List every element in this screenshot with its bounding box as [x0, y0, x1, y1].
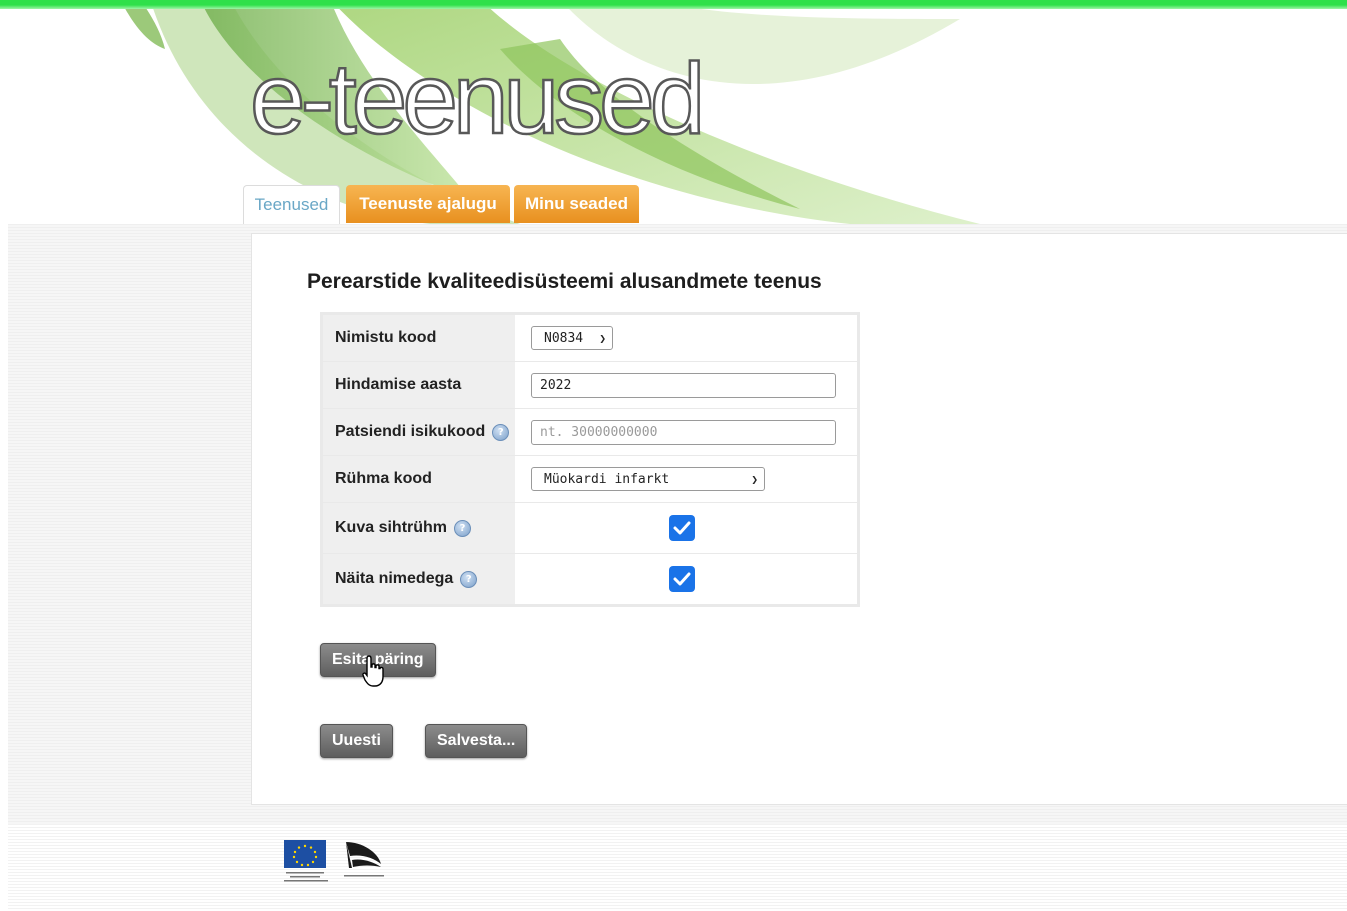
aasta-label: Hindamise aasta — [323, 362, 515, 408]
checkmark-icon — [673, 572, 691, 586]
sihtryhm-label: Kuva sihtrühm ? — [323, 503, 515, 553]
site-header: e-teenused — [0, 9, 1347, 224]
save-button[interactable]: Salvesta... — [425, 724, 528, 758]
nimistu-select[interactable]: N0834 ❯ — [531, 326, 613, 350]
chevron-down-icon: ❯ — [599, 331, 606, 345]
nimedega-label: Näita nimedega ? — [323, 554, 515, 604]
footer-logos — [284, 840, 384, 882]
form-row-ryhm: Rühma kood Müokardi infarkt ❯ — [323, 456, 857, 503]
checkmark-icon — [673, 521, 691, 535]
hand-cursor-icon — [362, 655, 384, 687]
isikukood-label: Patsiendi isikukood ? — [323, 409, 515, 455]
aasta-input[interactable] — [531, 372, 836, 398]
brand-logo-text: e-teenused — [249, 43, 707, 155]
isikukood-input[interactable] — [531, 419, 836, 445]
chevron-down-icon: ❯ — [751, 472, 758, 486]
help-icon[interactable]: ? — [460, 570, 478, 588]
form-row-nimistu: Nimistu kood N0834 ❯ — [323, 315, 857, 362]
ryhm-label: Rühma kood — [323, 456, 515, 502]
content-panel: Perearstide kvaliteedisüsteemi alusandme… — [251, 233, 1347, 805]
sihtryhm-checkbox[interactable] — [669, 515, 695, 541]
ryhm-select[interactable]: Müokardi infarkt ❯ — [531, 467, 765, 491]
estonian-fund-logo — [344, 842, 384, 877]
tab-teenused[interactable]: Teenused — [243, 185, 340, 226]
nimistu-select-value: N0834 — [544, 330, 584, 346]
nimedega-checkbox[interactable] — [669, 566, 695, 592]
form-row-aasta: Hindamise aasta — [323, 362, 857, 409]
tab-teenuste-ajalugu[interactable]: Teenuste ajalugu — [346, 185, 510, 223]
page-title: Perearstide kvaliteedisüsteemi alusandme… — [307, 270, 822, 293]
nimistu-label: Nimistu kood — [323, 315, 515, 361]
form-row-sihtryhm: Kuva sihtrühm ? — [323, 503, 857, 554]
footer-background — [8, 824, 1347, 911]
form-row-nimedega: Näita nimedega ? — [323, 554, 857, 604]
query-form: Nimistu kood N0834 ❯ Hindamise aasta Pat… — [320, 312, 860, 607]
reset-button[interactable]: Uuesti — [320, 724, 393, 758]
help-icon[interactable]: ? — [454, 519, 472, 537]
tab-minu-seaded[interactable]: Minu seaded — [514, 185, 639, 223]
form-row-isikukood: Patsiendi isikukood ? — [323, 409, 857, 456]
help-icon[interactable]: ? — [492, 423, 510, 441]
top-accent-bar — [0, 0, 1347, 9]
ryhm-select-value: Müokardi infarkt — [544, 471, 670, 487]
eu-flag-logo — [284, 840, 328, 882]
